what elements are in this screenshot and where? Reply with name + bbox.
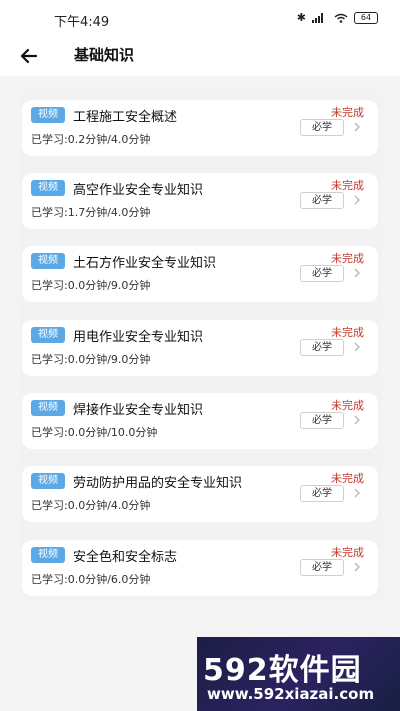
course-progress: 已学习:0.2分钟/4.0分钟 <box>31 133 151 146</box>
status-icons: ✱ 64 <box>297 12 378 24</box>
required-badge: 必学 <box>300 412 344 429</box>
course-title: 安全色和安全标志 <box>73 550 178 565</box>
required-badge: 必学 <box>300 559 344 576</box>
watermark-banner: 592软件园 www.592xiazai.com <box>197 637 400 711</box>
course-progress: 已学习:0.0分钟/6.0分钟 <box>31 573 151 586</box>
course-status: 未完成 <box>331 546 364 559</box>
chevron-right-icon <box>354 488 360 498</box>
video-tag: 视频 <box>31 473 65 489</box>
course-title: 土石方作业安全专业知识 <box>73 256 217 271</box>
required-badge: 必学 <box>300 119 344 136</box>
required-badge: 必学 <box>300 265 344 282</box>
course-title: 高空作业安全专业知识 <box>73 183 204 198</box>
course-status: 未完成 <box>331 326 364 339</box>
course-item[interactable]: 视频 高空作业安全专业知识 已学习:1.7分钟/4.0分钟 未完成 必学 <box>22 173 378 229</box>
chevron-right-icon <box>354 122 360 132</box>
course-status: 未完成 <box>331 399 364 412</box>
video-tag: 视频 <box>31 327 65 343</box>
signal-icon <box>312 13 328 23</box>
app-header: 基础知识 <box>0 36 400 76</box>
course-title: 焊接作业安全专业知识 <box>73 403 204 418</box>
chevron-right-icon <box>354 195 360 205</box>
watermark-logo: 592软件园 <box>203 653 362 688</box>
required-badge: 必学 <box>300 339 344 356</box>
course-title: 劳动防护用品的安全专业知识 <box>73 476 243 491</box>
arrow-left-icon <box>20 48 38 64</box>
required-badge: 必学 <box>300 485 344 502</box>
chevron-right-icon <box>354 415 360 425</box>
course-progress: 已学习:0.0分钟/9.0分钟 <box>31 353 151 366</box>
course-status: 未完成 <box>331 106 364 119</box>
course-item[interactable]: 视频 用电作业安全专业知识 已学习:0.0分钟/9.0分钟 未完成 必学 <box>22 320 378 376</box>
video-tag: 视频 <box>31 547 65 563</box>
course-progress: 已学习:0.0分钟/9.0分钟 <box>31 279 151 292</box>
chevron-right-icon <box>354 562 360 572</box>
video-tag: 视频 <box>31 400 65 416</box>
course-status: 未完成 <box>331 472 364 485</box>
back-button[interactable] <box>16 42 44 70</box>
course-item[interactable]: 视频 土石方作业安全专业知识 已学习:0.0分钟/9.0分钟 未完成 必学 <box>22 246 378 302</box>
course-item[interactable]: 视频 劳动防护用品的安全专业知识 已学习:0.0分钟/4.0分钟 未完成 必学 <box>22 466 378 522</box>
course-list: 视频 工程施工安全概述 已学习:0.2分钟/4.0分钟 未完成 必学 视频 高空… <box>0 76 400 636</box>
course-status: 未完成 <box>331 252 364 265</box>
course-progress: 已学习:1.7分钟/4.0分钟 <box>31 206 151 219</box>
chevron-right-icon <box>354 268 360 278</box>
bluetooth-icon: ✱ <box>296 11 306 24</box>
course-item[interactable]: 视频 焊接作业安全专业知识 已学习:0.0分钟/10.0分钟 未完成 必学 <box>22 393 378 449</box>
chevron-right-icon <box>354 342 360 352</box>
page-title: 基础知识 <box>74 46 135 64</box>
course-progress: 已学习:0.0分钟/10.0分钟 <box>31 426 158 439</box>
required-badge: 必学 <box>300 192 344 209</box>
battery-icon: 64 <box>354 12 378 24</box>
course-item[interactable]: 视频 工程施工安全概述 已学习:0.2分钟/4.0分钟 未完成 必学 <box>22 100 378 156</box>
course-progress: 已学习:0.0分钟/4.0分钟 <box>31 499 151 512</box>
status-time: 下午4:49 <box>54 15 110 30</box>
course-item[interactable]: 视频 安全色和安全标志 已学习:0.0分钟/6.0分钟 未完成 必学 <box>22 540 378 596</box>
video-tag: 视频 <box>31 180 65 196</box>
course-title: 工程施工安全概述 <box>73 110 178 125</box>
watermark-url: www.592xiazai.com <box>207 685 375 703</box>
course-status: 未完成 <box>331 179 364 192</box>
video-tag: 视频 <box>31 253 65 269</box>
video-tag: 视频 <box>31 107 65 123</box>
status-bar: 下午4:49 ✱ 64 <box>0 0 400 36</box>
wifi-icon <box>334 13 348 23</box>
course-title: 用电作业安全专业知识 <box>73 330 204 345</box>
